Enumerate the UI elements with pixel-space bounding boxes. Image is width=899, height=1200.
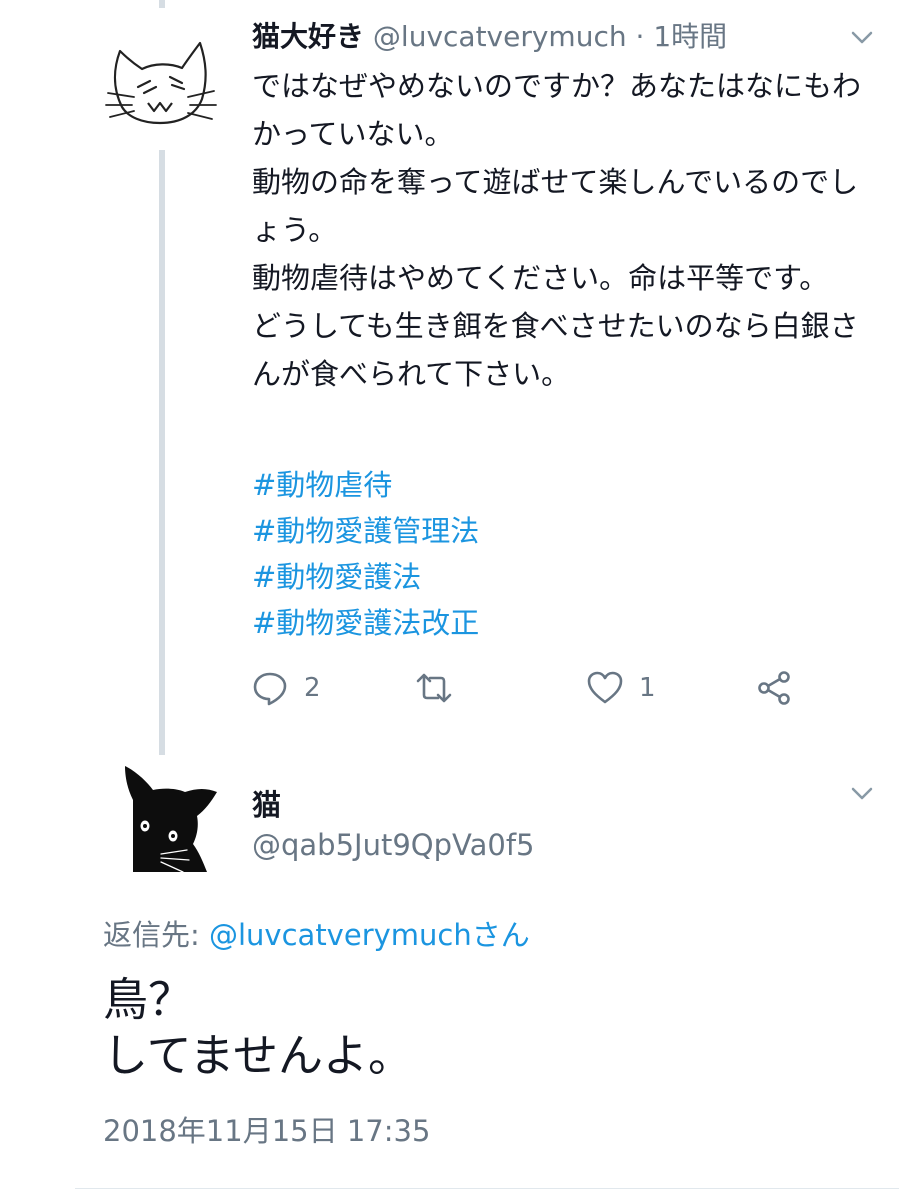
like-button[interactable]: 1 bbox=[585, 668, 656, 708]
tweet-1-actions: 2 1 bbox=[0, 668, 899, 708]
tweet-2-body: 鳥？ してませんよ。 bbox=[103, 972, 413, 1084]
reply-icon bbox=[253, 672, 287, 706]
share-icon bbox=[758, 671, 790, 705]
divider bbox=[75, 1188, 899, 1189]
tweet-time[interactable]: 1時間 bbox=[653, 20, 727, 53]
hashtag-link[interactable]: #動物愛護法 bbox=[252, 554, 479, 600]
hashtag-list: #動物虐待 #動物愛護管理法 #動物愛護法 #動物愛護法改正 bbox=[252, 462, 479, 646]
retweet-button[interactable] bbox=[414, 668, 468, 708]
black-cat-avatar[interactable] bbox=[103, 762, 223, 882]
tweet-text-line: どうしても生き餌を食べさせたいのなら白銀さんが食べられて下さい。 bbox=[252, 309, 859, 391]
hashtag-link[interactable]: #動物愛護法改正 bbox=[252, 600, 479, 646]
author-name[interactable]: 猫 bbox=[252, 782, 281, 824]
tweet-text-line: してませんよ。 bbox=[103, 1029, 414, 1082]
reply-to-link[interactable]: @luvcatverymuchさん bbox=[209, 918, 530, 952]
hashtag-link[interactable]: #動物愛護管理法 bbox=[252, 508, 479, 554]
tweet-text-line: ではなぜやめないのですか？あなたはなにもわかっていない。 bbox=[252, 69, 862, 151]
reply-button[interactable]: 2 bbox=[250, 668, 321, 708]
hashtag-link[interactable]: #動物虐待 bbox=[252, 462, 479, 508]
reply-to-label: 返信先: bbox=[103, 918, 209, 952]
cat-doodle-avatar[interactable] bbox=[100, 25, 220, 145]
reply-count: 2 bbox=[304, 673, 321, 703]
tweet-text-line: 動物虐待はやめてください。命は平等です。 bbox=[252, 261, 829, 295]
author-handle[interactable]: @qab5Jut9QpVa0f5 bbox=[252, 828, 535, 862]
retweet-icon bbox=[416, 673, 452, 703]
tweet-1-body: ではなぜやめないのですか？あなたはなにもわかっていない。 動物の命を奪って遊ばせ… bbox=[252, 62, 862, 398]
author-handle[interactable]: @luvcatverymuch bbox=[373, 20, 627, 53]
author-name[interactable]: 猫大好き bbox=[252, 20, 364, 53]
tweet-text-line: 鳥？ bbox=[103, 973, 194, 1026]
reply-to-line: 返信先: @luvcatverymuchさん bbox=[103, 912, 530, 954]
chevron-down-icon[interactable] bbox=[850, 786, 874, 802]
thread-line-top bbox=[159, 0, 165, 8]
chevron-down-icon[interactable] bbox=[850, 30, 874, 46]
heart-icon bbox=[587, 671, 623, 704]
meta-separator: · bbox=[635, 20, 645, 53]
thread-line bbox=[159, 150, 165, 755]
share-button[interactable] bbox=[755, 668, 795, 708]
tweet-text-line: 動物の命を奪って遊ばせて楽しんでいるのでしょう。 bbox=[252, 165, 859, 247]
tweet-timestamp[interactable]: 2018年11月15日 17:35 bbox=[103, 1108, 430, 1150]
tweet-1-header: 猫大好き @luvcatverymuch · 1時間 bbox=[252, 15, 727, 55]
like-count: 1 bbox=[639, 673, 656, 703]
